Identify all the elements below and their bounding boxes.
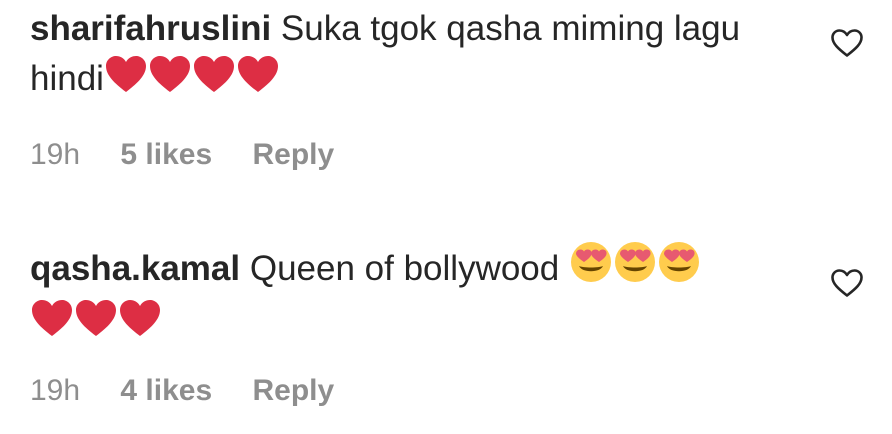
emoji-group bbox=[569, 242, 701, 288]
comment-username[interactable]: qasha.kamal bbox=[30, 249, 240, 288]
red-heart-emoji-icon bbox=[236, 54, 280, 108]
comment-text: sharifahruslini Suka tgok qasha miming l… bbox=[30, 4, 810, 108]
heart-outline-icon[interactable] bbox=[830, 28, 864, 58]
emoji-group bbox=[30, 300, 162, 342]
comment-text: qasha.kamal Queen of bollywood bbox=[30, 240, 810, 352]
heart-eyes-emoji-icon bbox=[569, 240, 613, 298]
comment-username[interactable]: sharifahruslini bbox=[30, 9, 271, 48]
comment: qasha.kamal Queen of bollywood 19h 4 lik… bbox=[30, 240, 850, 407]
red-heart-emoji-icon bbox=[74, 298, 118, 352]
comment: sharifahruslini Suka tgok qasha miming l… bbox=[30, 4, 850, 171]
emoji-group bbox=[104, 56, 280, 98]
heart-eyes-emoji-icon bbox=[613, 240, 657, 298]
comment-meta: 19h 4 likes Reply bbox=[30, 374, 366, 408]
comment-likes-count[interactable]: 5 likes bbox=[120, 138, 212, 171]
red-heart-emoji-icon bbox=[30, 298, 74, 352]
heart-outline-icon[interactable] bbox=[830, 268, 864, 298]
comment-timestamp[interactable]: 19h bbox=[30, 138, 80, 171]
red-heart-emoji-icon bbox=[192, 54, 236, 108]
comment-likes-count[interactable]: 4 likes bbox=[120, 374, 212, 407]
red-heart-emoji-icon bbox=[148, 54, 192, 108]
reply-button[interactable]: Reply bbox=[253, 138, 335, 171]
red-heart-emoji-icon bbox=[104, 54, 148, 108]
comment-timestamp[interactable]: 19h bbox=[30, 374, 80, 407]
red-heart-emoji-icon bbox=[118, 298, 162, 352]
comment-body: Queen of bollywood bbox=[249, 249, 560, 288]
heart-eyes-emoji-icon bbox=[657, 240, 701, 298]
reply-button[interactable]: Reply bbox=[253, 374, 335, 407]
comment-meta: 19h 5 likes Reply bbox=[30, 138, 366, 172]
